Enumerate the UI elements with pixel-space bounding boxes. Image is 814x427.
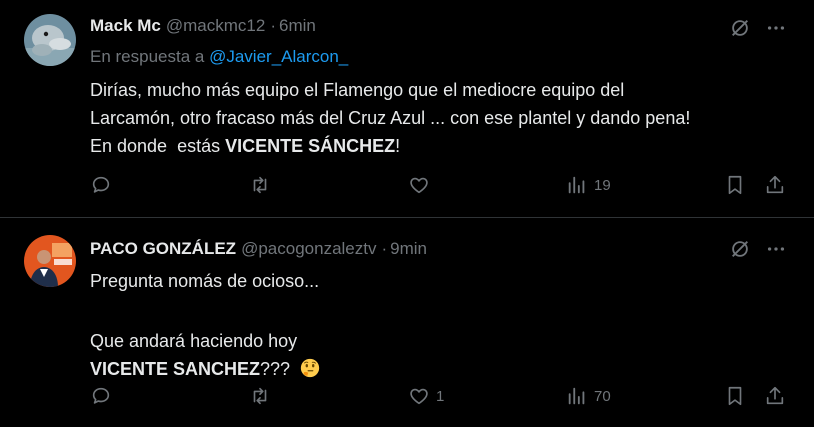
tweet-text-line: Larcamón, otro fracaso más del Cruz Azul… bbox=[90, 108, 691, 128]
action-bar: 19 bbox=[0, 174, 814, 204]
reply-icon bbox=[92, 176, 110, 193]
tweet-text-line: Que andará haciendo hoy bbox=[90, 331, 298, 351]
more-options-icon[interactable] bbox=[765, 17, 787, 39]
views-button[interactable]: 19 bbox=[566, 174, 611, 196]
tweet-top-icons bbox=[729, 238, 787, 260]
share-button[interactable] bbox=[764, 174, 786, 196]
avatar[interactable] bbox=[24, 14, 76, 66]
timestamp[interactable]: 9min bbox=[390, 239, 427, 259]
thinking-face-emoji-icon bbox=[300, 358, 320, 378]
timestamp[interactable]: 6min bbox=[279, 16, 316, 36]
reply-mention-link[interactable]: @Javier_Alarcon_ bbox=[209, 47, 348, 66]
retweet-icon bbox=[253, 176, 267, 194]
retweet-button[interactable] bbox=[249, 174, 271, 196]
reply-prefix: En respuesta a bbox=[90, 47, 205, 66]
separator-dot: · bbox=[270, 16, 276, 35]
separator-dot: · bbox=[381, 239, 388, 258]
tweet-top-icons bbox=[729, 17, 787, 39]
bookmark-button[interactable] bbox=[724, 385, 746, 407]
likes-count: 1 bbox=[436, 387, 445, 405]
views-count: 19 bbox=[594, 176, 611, 194]
dolphin-avatar-icon bbox=[24, 14, 76, 66]
text-fragment: ??? bbox=[260, 359, 291, 379]
views-button[interactable]: 70 bbox=[566, 385, 611, 407]
views-chart-icon bbox=[568, 176, 585, 194]
action-bar: 1 70 bbox=[0, 385, 814, 415]
retweet-button[interactable] bbox=[249, 385, 271, 407]
tweet-header: PACO GONZÁLEZ @pacogonzaleztv · 9min bbox=[90, 239, 427, 259]
heart-icon bbox=[410, 177, 428, 194]
share-icon bbox=[766, 386, 784, 405]
avatar[interactable] bbox=[24, 235, 76, 287]
tweet-text-line: Dirías, mucho más equipo el Flamengo que… bbox=[90, 80, 625, 100]
reporter-avatar-icon bbox=[24, 235, 76, 287]
tweet-text-line: Pregunta nomás de ocioso... bbox=[90, 271, 320, 291]
bookmark-icon bbox=[728, 386, 742, 406]
views-count: 70 bbox=[594, 387, 611, 405]
tweet-2[interactable]: PACO GONZÁLEZ @pacogonzaleztv · 9min Pre… bbox=[0, 218, 814, 427]
views-chart-icon bbox=[568, 387, 585, 405]
bold-text: VICENTE SÁNCHEZ bbox=[225, 136, 396, 156]
reply-button[interactable] bbox=[90, 174, 112, 196]
text-fragment: En donde estás bbox=[90, 136, 226, 156]
share-icon bbox=[766, 175, 784, 194]
tweet-text: Pregunta nomás de ocioso... Que andará h… bbox=[90, 267, 790, 383]
reply-context: En respuesta a @Javier_Alarcon_ bbox=[90, 47, 348, 67]
bookmark-icon bbox=[728, 175, 742, 195]
username-handle[interactable]: @pacogonzaleztv bbox=[241, 239, 376, 259]
more-options-icon[interactable] bbox=[765, 238, 787, 260]
display-name[interactable]: Mack Mc bbox=[90, 16, 161, 36]
tweet-text-line: En donde estás VICENTE SÁNCHEZ! bbox=[90, 132, 790, 160]
tweet-text: Dirías, mucho más equipo el Flamengo que… bbox=[90, 76, 790, 160]
tweet-header: Mack Mc @mackmc12 · 6min bbox=[90, 16, 316, 36]
share-button[interactable] bbox=[764, 385, 786, 407]
like-button[interactable] bbox=[408, 174, 430, 196]
display-name[interactable]: PACO GONZÁLEZ bbox=[90, 239, 236, 259]
text-fragment: ! bbox=[395, 136, 401, 156]
tweet-1[interactable]: Mack Mc @mackmc12 · 6min En respuesta a … bbox=[0, 0, 814, 218]
heart-icon bbox=[410, 388, 428, 405]
bold-text: VICENTE SANCHEZ bbox=[90, 359, 261, 379]
tweet-text-line: VICENTE SANCHEZ??? bbox=[90, 355, 790, 383]
grok-slash-icon[interactable] bbox=[729, 238, 751, 260]
grok-slash-icon[interactable] bbox=[729, 17, 751, 39]
retweet-icon bbox=[253, 387, 267, 405]
reply-button[interactable] bbox=[90, 385, 112, 407]
like-button[interactable]: 1 bbox=[408, 385, 444, 407]
reply-icon bbox=[92, 387, 110, 404]
bookmark-button[interactable] bbox=[724, 174, 746, 196]
username-handle[interactable]: @mackmc12 bbox=[166, 16, 265, 36]
